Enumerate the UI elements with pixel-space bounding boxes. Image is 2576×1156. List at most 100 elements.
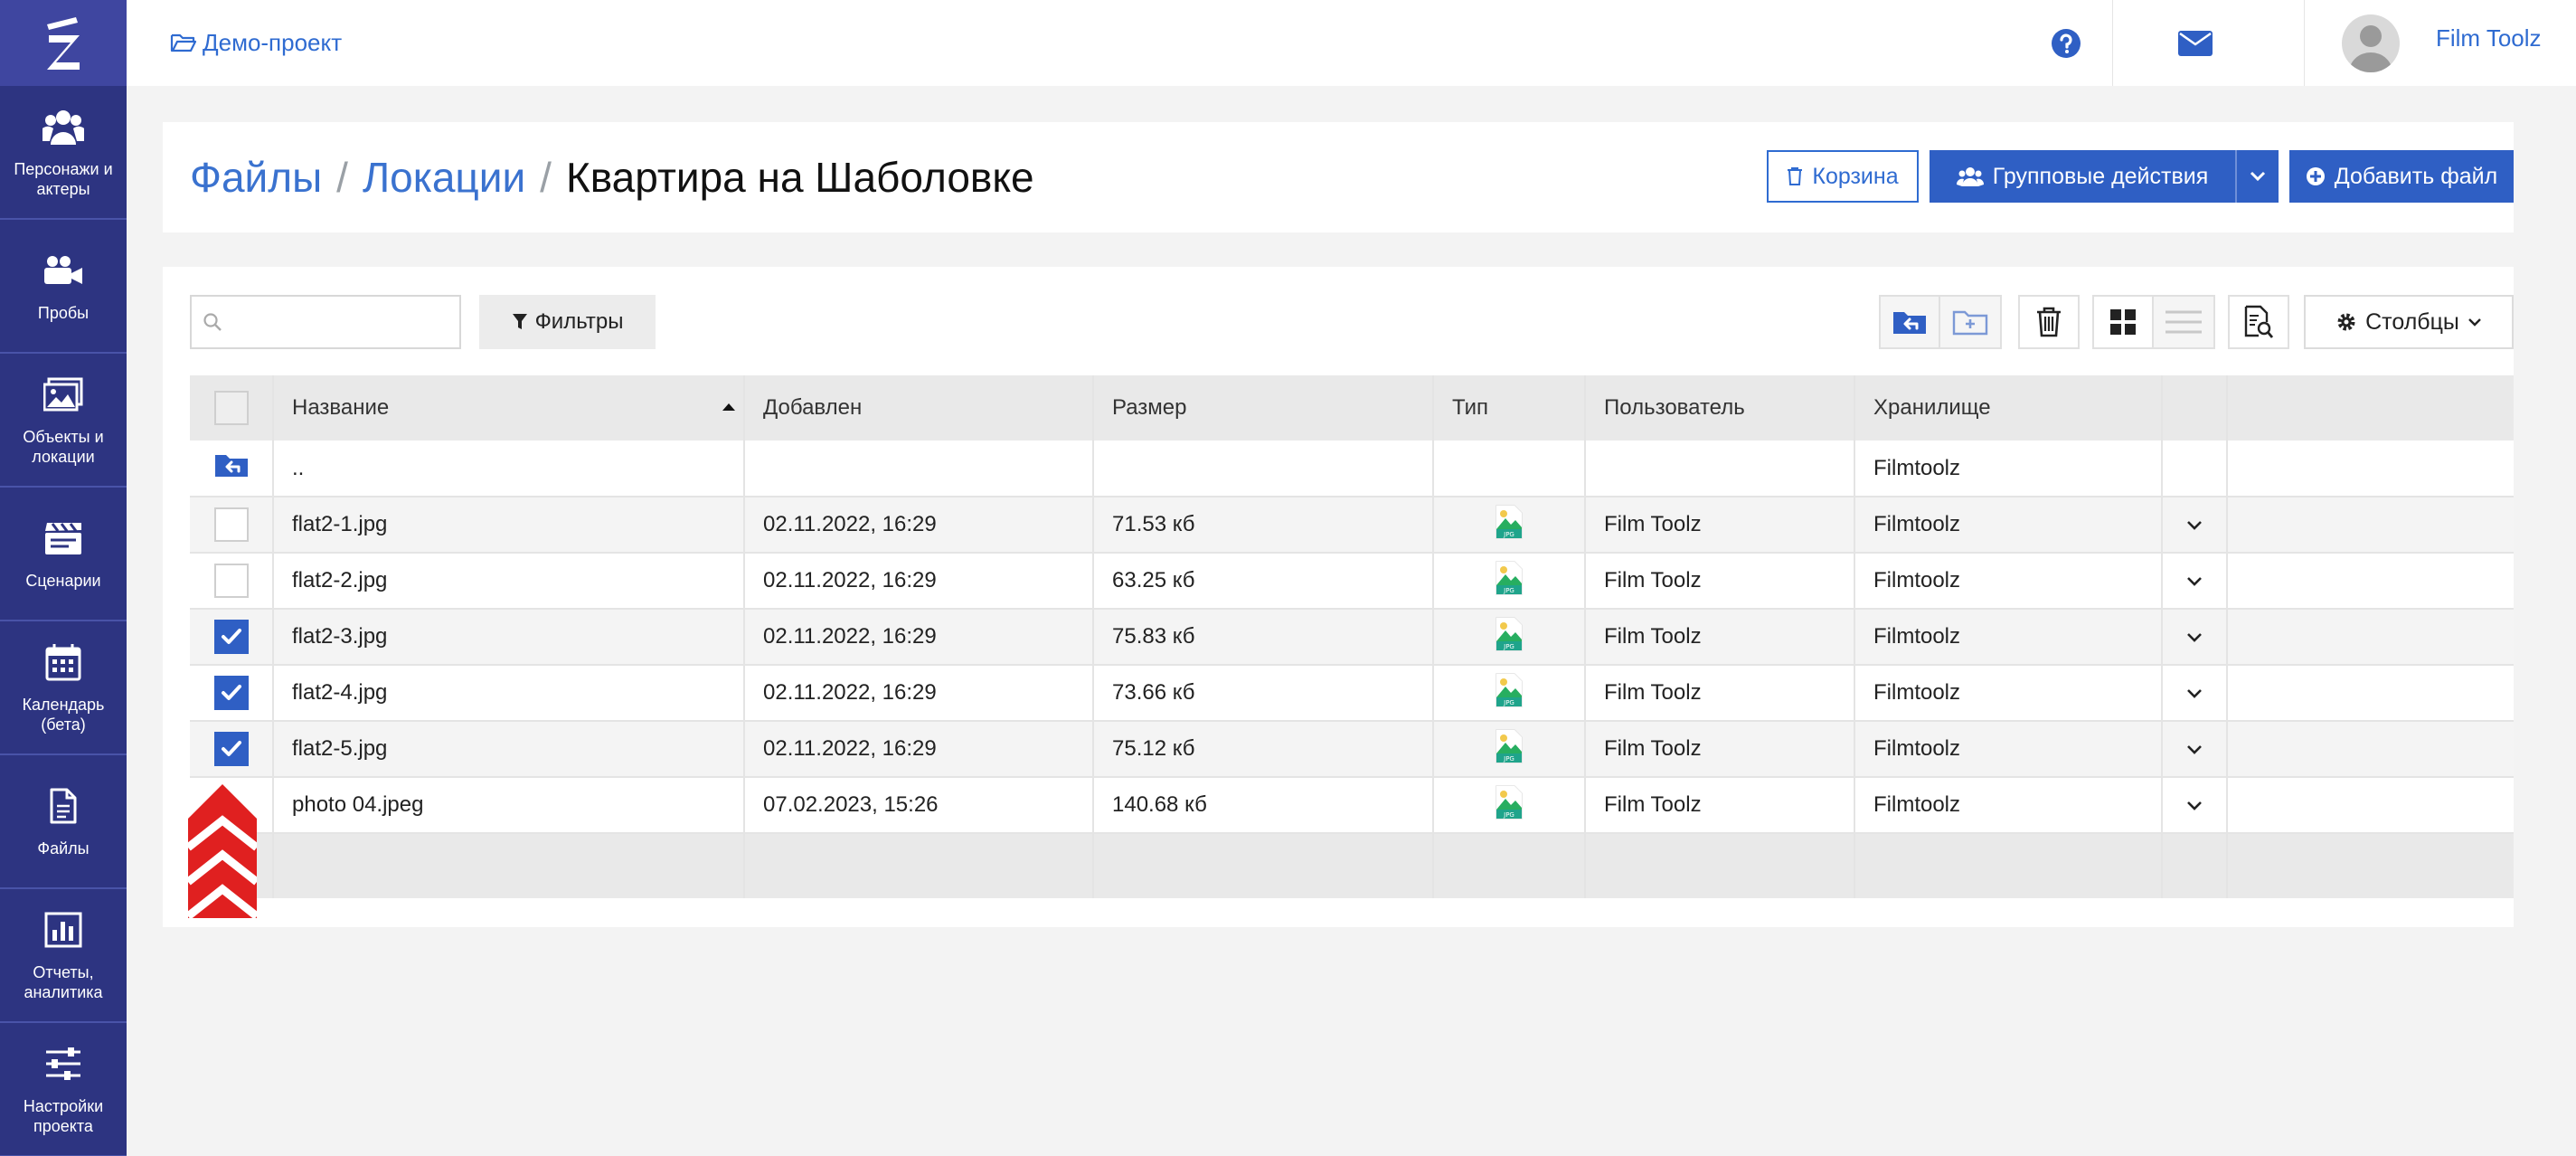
app-logo[interactable] xyxy=(0,0,127,86)
help-button[interactable] xyxy=(2012,0,2120,86)
group-actions-dropdown[interactable] xyxy=(2235,150,2279,203)
parent-folder-button[interactable] xyxy=(1881,297,1940,347)
file-type: JPG xyxy=(1433,665,1586,721)
col-header-name[interactable]: Название xyxy=(273,375,745,441)
file-name[interactable]: flat2-4.jpg xyxy=(273,665,745,721)
page-title: Квартира на Шаболовке xyxy=(565,154,1034,201)
col-header-user[interactable]: Пользователь xyxy=(1585,375,1855,441)
col-header-added[interactable]: Добавлен xyxy=(744,375,1094,441)
row-actions-button[interactable] xyxy=(2162,665,2228,721)
select-all-checkbox[interactable] xyxy=(213,391,249,425)
files-table: Название Добавлен Размер Тип Пользовател… xyxy=(190,375,2514,898)
file-added: 02.11.2022, 16:29 xyxy=(744,721,1094,777)
chevron-down-icon xyxy=(2187,801,2202,810)
delete-selected-button[interactable] xyxy=(2018,295,2080,349)
group-actions-label: Групповые действия xyxy=(1992,163,2209,189)
scroll-up-arrows-icon[interactable] xyxy=(188,782,257,918)
row-checkbox[interactable] xyxy=(213,732,249,766)
table-row[interactable]: flat2-4.jpg 02.11.2022, 16:29 73.66 кб JPG F… xyxy=(190,665,2514,721)
table-row[interactable]: flat2-2.jpg 02.11.2022, 16:29 63.25 кб JPG F… xyxy=(190,553,2514,609)
project-link[interactable]: Демо-проект xyxy=(170,27,342,58)
file-user: Film Toolz xyxy=(1585,497,1855,553)
add-file-label: Добавить файл xyxy=(2334,163,2498,189)
col-header-name-label: Название xyxy=(292,395,390,420)
sidebar-item-file[interactable]: Файлы xyxy=(0,755,127,889)
sidebar-item-label: Персонажи и актеры xyxy=(14,160,113,198)
col-header-storage[interactable]: Хранилище xyxy=(1854,375,2163,441)
user-menu[interactable]: Film Toolz xyxy=(2342,0,2542,86)
file-size: 63.25 кб xyxy=(1093,553,1434,609)
sidebar-item-users[interactable]: Персонажи и актеры xyxy=(0,86,127,220)
breadcrumb-files[interactable]: Файлы xyxy=(190,149,322,205)
grid-view-button[interactable] xyxy=(2094,297,2154,347)
row-select-cell xyxy=(190,721,274,777)
row-actions-button[interactable] xyxy=(2162,553,2228,609)
file-name[interactable]: flat2-2.jpg xyxy=(273,553,745,609)
row-checkbox[interactable] xyxy=(213,507,249,542)
parent-folder-name: .. xyxy=(273,441,745,497)
file-name[interactable]: flat2-5.jpg xyxy=(273,721,745,777)
file-name[interactable]: flat2-1.jpg xyxy=(273,497,745,553)
question-circle-icon xyxy=(2052,28,2081,58)
sidebar-item-calendar[interactable]: Календарь (бета) xyxy=(0,621,127,755)
parent-folder-cell xyxy=(190,441,274,497)
search-input[interactable] xyxy=(230,310,456,334)
new-folder-button[interactable] xyxy=(1940,297,2000,347)
list-view-button[interactable] xyxy=(2154,297,2213,347)
col-header-type[interactable]: Тип xyxy=(1433,375,1586,441)
table-row[interactable]: flat2-5.jpg 02.11.2022, 16:29 75.12 кб JPG F… xyxy=(190,721,2514,777)
users-icon xyxy=(1956,167,1984,186)
row-actions-button[interactable] xyxy=(2162,609,2228,665)
row-actions-button[interactable] xyxy=(2162,721,2228,777)
file-storage: Filmtoolz xyxy=(1854,497,2163,553)
row-actions-button[interactable] xyxy=(2162,777,2228,833)
col-header-size[interactable]: Размер xyxy=(1093,375,1434,441)
breadcrumb-locations[interactable]: Локации xyxy=(363,149,525,205)
user-icon xyxy=(2349,24,2392,72)
sidebar-item-label: Пробы xyxy=(37,304,90,322)
file-user: Film Toolz xyxy=(1585,777,1855,833)
group-actions-button[interactable]: Групповые действия xyxy=(1930,150,2235,203)
sidebar-item-label: Отчеты, аналитика xyxy=(24,963,103,1001)
row-checkbox[interactable] xyxy=(213,676,249,710)
sidebar-item-sliders[interactable]: Настройки проекта xyxy=(0,1023,127,1156)
file-size: 140.68 кб xyxy=(1093,777,1434,833)
table-row[interactable]: flat2-1.jpg 02.11.2022, 16:29 71.53 кб JPG F… xyxy=(190,497,2514,553)
sidebar-item-video-camera[interactable]: Пробы xyxy=(0,220,127,354)
add-file-button[interactable]: Добавить файл xyxy=(2289,150,2514,203)
jpg-file-icon: JPG xyxy=(1495,560,1524,602)
sidebar-item-clapperboard[interactable]: Сценарии xyxy=(0,488,127,621)
sidebar-item-image[interactable]: Объекты и локации xyxy=(0,354,127,488)
folder-up-icon xyxy=(214,455,248,477)
filters-button[interactable]: Фильтры xyxy=(479,295,656,349)
grid-icon xyxy=(2110,309,2136,335)
svg-text:JPG: JPG xyxy=(1503,587,1514,594)
table-row[interactable]: flat2-3.jpg 02.11.2022, 16:29 75.83 кб JPG F… xyxy=(190,609,2514,665)
logo-icon xyxy=(47,16,80,70)
preview-button[interactable] xyxy=(2228,295,2289,349)
table-row[interactable]: photo 04.jpeg 07.02.2023, 15:26 140.68 кб J… xyxy=(190,777,2514,833)
chevron-down-icon xyxy=(2187,689,2202,698)
breadcrumb-separator: / xyxy=(336,154,348,201)
messages-button[interactable] xyxy=(2141,0,2250,86)
col-header-spacer xyxy=(2227,375,2514,441)
columns-button[interactable]: Столбцы xyxy=(2304,295,2514,349)
sidebar-item-label: Сценарии xyxy=(25,572,101,590)
search-box[interactable] xyxy=(190,295,461,349)
chevron-down-icon xyxy=(2250,171,2266,182)
file-name[interactable]: photo 04.jpeg xyxy=(273,777,745,833)
topbar: Демо-проект Film Toolz xyxy=(127,0,2576,86)
file-type: JPG xyxy=(1433,777,1586,833)
file-storage: Filmtoolz xyxy=(1854,665,2163,721)
parent-folder-row[interactable]: .. Filmtoolz xyxy=(190,441,2514,497)
row-checkbox[interactable] xyxy=(213,564,249,598)
folder-tools xyxy=(1879,295,2002,349)
sidebar-item-bar-chart[interactable]: Отчеты, аналитика xyxy=(0,889,127,1023)
file-name[interactable]: flat2-3.jpg xyxy=(273,609,745,665)
folder-open-icon xyxy=(170,33,197,52)
filter-icon xyxy=(512,314,527,329)
trash-button[interactable]: Корзина xyxy=(1767,150,1919,203)
row-actions-button[interactable] xyxy=(2162,497,2228,553)
row-checkbox[interactable] xyxy=(213,620,249,654)
file-storage: Filmtoolz xyxy=(1854,609,2163,665)
